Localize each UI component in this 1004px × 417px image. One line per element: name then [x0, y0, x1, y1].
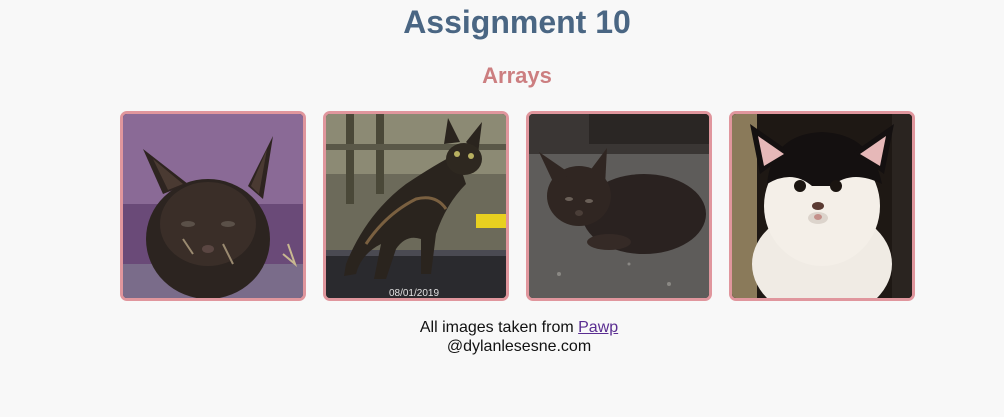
image-credit: All images taken from Pawp — [0, 318, 1004, 337]
kitten-photo-2: 08/01/2019 — [326, 114, 506, 298]
credit-text: All images taken from — [419, 319, 579, 336]
gallery-image-3[interactable] — [526, 111, 712, 301]
page: Assignment 10 Arrays 08/01/2019 All imag… — [0, 0, 1004, 417]
page-title: Assignment 10 — [403, 4, 631, 40]
kitten-photo-3 — [529, 114, 709, 298]
footer: All images taken from Pawp @dylanlesesne… — [0, 318, 1004, 356]
photo-date-stamp: 08/01/2019 — [389, 288, 439, 298]
gallery-image-4[interactable] — [729, 111, 915, 301]
kitten-photo-4 — [732, 114, 912, 298]
gallery-image-1[interactable] — [120, 111, 306, 301]
gallery-image-2[interactable]: 08/01/2019 — [323, 111, 509, 301]
image-gallery: 08/01/2019 — [120, 111, 920, 301]
kitten-photo-1 — [123, 114, 303, 298]
page-subtitle: Arrays — [482, 63, 552, 88]
pawp-link[interactable]: Pawp — [578, 319, 618, 336]
copyright-text: @dylanlesesne.com — [446, 338, 592, 355]
